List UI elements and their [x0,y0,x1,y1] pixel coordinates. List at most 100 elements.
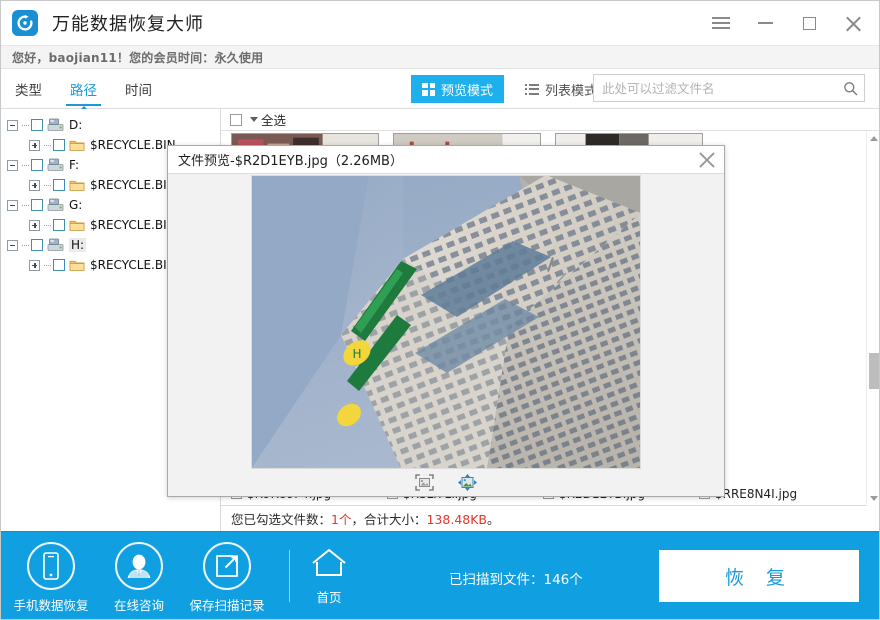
dialog-close-button[interactable] [698,151,716,169]
scrollbar-thumb[interactable] [869,353,879,389]
tab-type-label: 类型 [15,83,42,99]
search-input[interactable] [594,75,836,101]
tab-time[interactable]: 时间 [111,69,166,109]
close-icon [845,15,862,32]
maximize-icon [802,16,816,30]
status-count: 1个 [331,512,352,527]
status-middle: ，合计大小： [351,512,427,527]
tab-time-label: 时间 [125,83,152,99]
tab-type[interactable]: 类型 [1,69,56,109]
selection-status-bar: 您已勾选文件数：1个，合计大小：138.48KB。 [221,506,879,531]
tree-connector [22,204,29,206]
view-mode-group: 预览模式 列表模式 [411,75,608,103]
tree-node-label: D: [69,118,83,132]
folder-icon [69,139,85,152]
tree-node-drive-d[interactable]: D: [7,115,220,135]
fit-to-window-button[interactable] [415,474,434,491]
filter-toolbar: 类型 路径 时间 预览模式 列表模式 [1,69,879,110]
expander-icon[interactable] [29,259,40,271]
tree-checkbox[interactable] [53,139,65,151]
tree-checkbox[interactable] [31,159,43,171]
expander-icon[interactable] [7,119,18,131]
home-icon [310,548,348,582]
tree-connector [44,184,51,186]
user-headset-icon [115,542,163,590]
online-consult-button[interactable]: 在线咨询 [89,542,189,614]
preview-mode-button[interactable]: 预览模式 [411,75,505,103]
tab-path[interactable]: 路径 [56,69,111,110]
select-all-bar: 全选 [221,109,879,131]
close-button[interactable] [831,1,875,45]
minimize-button[interactable] [743,1,787,45]
expander-icon[interactable] [7,159,18,171]
selection-status-text: 您已勾选文件数：1个，合计大小：138.48KB。 [231,509,500,528]
svg-text:H: H [352,347,361,361]
tree-checkbox[interactable] [53,179,65,191]
tree-checkbox[interactable] [53,219,65,231]
phone-data-recovery-label: 手机数据恢复 [13,598,89,613]
tree-node-label: H: [69,238,87,252]
tree-checkbox[interactable] [31,119,43,131]
select-all-checkbox[interactable] [230,113,242,126]
expander-icon[interactable] [29,139,40,151]
tree-connector [44,144,51,146]
save-scan-record-button[interactable]: 保存扫描记录 [177,542,277,614]
title-bar: 万能数据恢复大师 [1,1,879,45]
folder-icon [69,259,85,272]
expander-icon[interactable] [29,219,40,231]
tab-path-label: 路径 [70,83,97,99]
list-mode-label: 列表模式 [545,83,598,99]
application-window: 万能数据恢复大师 您好，baojian11！您的会员时间：永久使用 类型 路径 … [0,0,880,620]
tree-node-label: $RECYCLE.BIN [90,218,176,232]
search-box [593,74,865,102]
expander-icon[interactable] [7,239,18,251]
member-info-bar: 您好，baojian11！您的会员时间：永久使用 [1,45,879,69]
tree-checkbox[interactable] [53,259,65,271]
menu-hamburger-icon [712,17,730,29]
select-all-label: 全选 [261,113,287,128]
drive-icon [47,158,64,172]
tree-checkbox[interactable] [31,239,43,251]
drive-icon [47,238,64,252]
tree-connector [44,224,51,226]
member-info-text: 您好，baojian11！您的会员时间：永久使用 [12,50,264,65]
folder-icon [69,219,85,232]
preview-mode-label: 预览模式 [441,83,494,99]
maximize-button[interactable] [787,1,831,45]
bottom-bar-divider [289,550,290,602]
expander-icon[interactable] [7,199,18,211]
file-preview-dialog: 文件预览-$R2D1EYB.jpg（2.26MB） H [167,145,725,497]
online-consult-label: 在线咨询 [113,598,164,613]
dialog-title: 文件预览-$R2D1EYB.jpg（2.26MB） [178,154,403,169]
export-arrow-icon [203,542,251,590]
status-prefix: 您已勾选文件数： [231,512,332,527]
tree-connector [22,164,29,166]
tree-checkbox[interactable] [31,199,43,211]
window-controls [699,1,875,45]
scroll-down-arrow-icon[interactable] [870,496,878,501]
recover-button[interactable]: 恢 复 [659,550,859,602]
menu-button[interactable] [699,1,743,45]
home-button[interactable]: 首页 [301,548,357,606]
actual-size-button[interactable] [458,474,477,491]
expander-icon[interactable] [29,179,40,191]
grid-icon [422,82,435,96]
search-icon[interactable] [836,81,864,96]
list-icon [525,83,540,95]
drive-icon [47,198,64,212]
tree-node-label: F: [69,158,80,172]
scroll-up-arrow-icon[interactable] [870,136,878,141]
chevron-down-icon[interactable] [250,117,258,122]
folder-icon [69,179,85,192]
preview-image[interactable]: H [251,174,641,469]
tree-node-label: G: [69,198,83,212]
dialog-preview-area: H [168,174,724,469]
dialog-toolbar [168,469,724,496]
mobile-phone-icon [27,542,75,590]
app-title: 万能数据恢复大师 [52,14,204,35]
bottom-action-bar: 手机数据恢复 在线咨询 保存扫描记录 首页 已扫描到文件：146个 恢 复 [1,531,879,619]
vertical-scrollbar[interactable] [866,131,879,506]
app-logo-icon [12,10,38,36]
phone-data-recovery-button[interactable]: 手机数据恢复 [1,542,101,614]
status-size: 138.48KB [426,512,487,527]
